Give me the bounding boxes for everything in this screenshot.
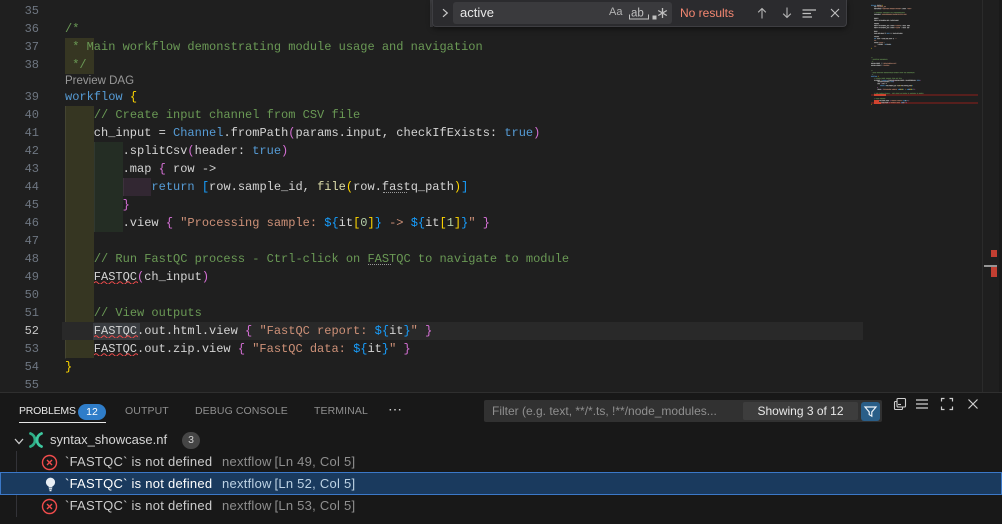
svg-text:ab: ab [631,7,644,19]
